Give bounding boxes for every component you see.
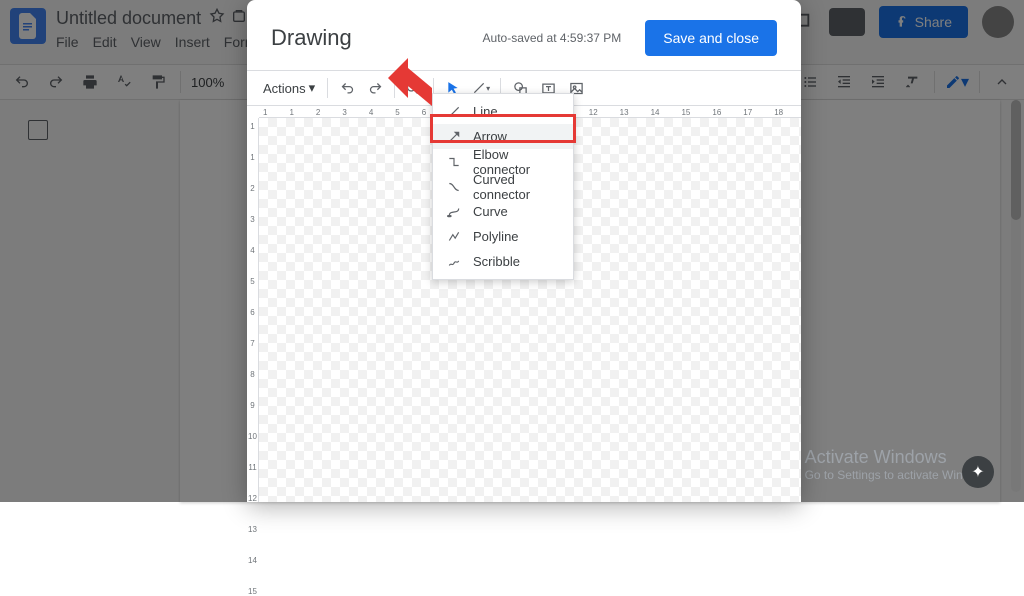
autosave-status: Auto-saved at 4:59:37 PM [483, 31, 622, 45]
line-type-menu: Line Arrow Elbow connector Curved connec… [432, 93, 574, 280]
line-menu-label: Scribble [473, 254, 520, 269]
vertical-ruler: 1123456789101112131415 [247, 118, 259, 502]
polyline-icon [447, 230, 461, 244]
line-menu-curved[interactable]: Curved connector [433, 174, 573, 199]
curved-connector-icon [447, 180, 461, 194]
line-menu-elbow[interactable]: Elbow connector [433, 149, 573, 174]
curve-icon [447, 205, 461, 219]
actions-dropdown[interactable]: Actions▾ [263, 80, 319, 96]
zoom-icon[interactable]: ▾ [403, 77, 425, 99]
line-menu-label: Curve [473, 204, 508, 219]
dialog-title: Drawing [271, 25, 352, 51]
line-menu-line[interactable]: Line [433, 99, 573, 124]
line-menu-label: Curved connector [473, 172, 559, 202]
line-menu-scribble[interactable]: Scribble [433, 249, 573, 274]
line-menu-arrow[interactable]: Arrow [433, 124, 573, 149]
separator [394, 78, 395, 98]
undo-icon[interactable] [336, 77, 358, 99]
line-menu-label: Polyline [473, 229, 519, 244]
line-menu-label: Line [473, 104, 498, 119]
redo-icon[interactable] [364, 77, 386, 99]
save-close-button[interactable]: Save and close [645, 20, 777, 56]
line-icon [447, 105, 461, 119]
separator [327, 78, 328, 98]
line-menu-curve[interactable]: Curve [433, 199, 573, 224]
line-menu-polyline[interactable]: Polyline [433, 224, 573, 249]
explore-button[interactable]: ✦ [962, 456, 994, 488]
scribble-icon [447, 255, 461, 269]
line-menu-label: Arrow [473, 129, 507, 144]
elbow-connector-icon [447, 155, 461, 169]
arrow-icon [447, 130, 461, 144]
